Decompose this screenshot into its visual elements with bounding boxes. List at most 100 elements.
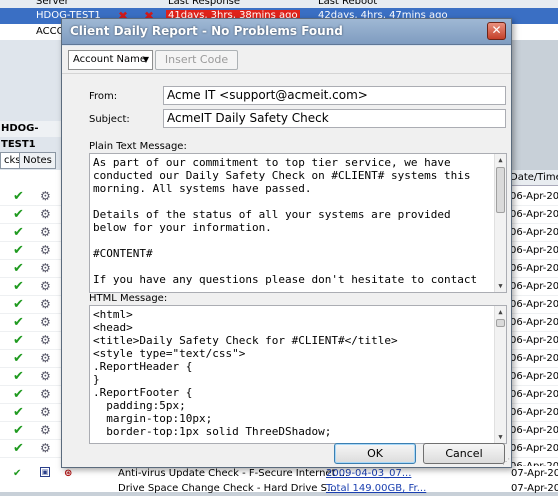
close-button[interactable]: ✕ [487,22,506,40]
list-item[interactable]: ✔ ⚙ [0,260,64,278]
scroll-down-icon[interactable]: ▼ [495,280,506,292]
date-cell: 06-Apr-200 [509,206,558,224]
date-cell: 06-Apr-200 [509,386,558,404]
date-cell: 06-Apr-200 [509,260,558,278]
list-item[interactable]: ✔ ⚙ [0,296,64,314]
gear-icon: ⚙ [40,261,51,275]
dialog-title: Client Daily Report - No Problems Found [70,24,343,38]
checkmark-icon: ✔ [13,387,24,402]
chevron-down-icon: ▼ [142,55,149,64]
checkmark-icon: ✔ [13,423,24,438]
gear-icon: ⚙ [40,369,51,383]
from-label: From: [89,91,118,102]
column-date-time[interactable]: Date/Time [509,170,558,186]
checks-list-bottom: ✔ ▣ ⊛ Anti-virus Update Check - F-Secure… [0,466,558,494]
check-detail-link[interactable]: Total 149.00GB, Fr... [326,482,426,496]
gear-icon: ⚙ [40,279,51,293]
list-item[interactable]: ✔ ⚙ [0,206,64,224]
list-item[interactable]: ✔ ⚙ [0,224,64,242]
date-cell: 06-Apr-200 [509,278,558,296]
date-cell: 06-Apr-200 [509,368,558,386]
checkmark-icon: ✔ [13,225,24,240]
html-message-content: <html> <head> <title>Daily Safety Check … [93,308,398,438]
scroll-up-icon[interactable]: ▲ [495,306,506,318]
check-name: Drive Space Change Check - Hard Drive S.… [118,483,337,494]
subject-field[interactable]: AcmeIT Daily Safety Check [163,109,506,128]
date-cell: 06-Apr-200 [509,242,558,260]
html-message-label: HTML Message: [89,293,168,304]
date-cell: 06-Apr-200 [509,332,558,350]
check-detail-link[interactable]: 2009-04-03_07... [326,467,411,481]
checkmark-icon: ✔ [13,261,24,276]
list-item[interactable]: ✔ ⚙ [0,368,64,386]
gear-icon: ⚙ [40,423,51,437]
close-icon: ✕ [491,23,502,37]
insert-code-button[interactable]: Insert Code [155,50,238,70]
date-cell: 06-Apr-200 [509,224,558,242]
check-name: Anti-virus Update Check - F-Secure Inter… [118,468,349,479]
list-item[interactable]: ✔ ⚙ [0,404,64,422]
insert-field-select[interactable]: Account Name ▼ [68,50,153,70]
shield-icon: ⊛ [64,468,73,479]
date-cell: 06-Apr-200 [509,314,558,332]
resize-grip-icon[interactable]: ⋰ [502,457,510,466]
checkmark-icon: ✔ [13,279,24,294]
html-message-field[interactable]: <html> <head> <title>Daily Safety Check … [89,305,507,444]
select-value: Account Name [73,54,147,65]
gear-icon: ⚙ [40,333,51,347]
list-item[interactable]: ✔ ⚙ [0,278,64,296]
checkmark-icon: ✔ [13,441,24,456]
plain-text-message-field[interactable]: As part of our commitment to top tier se… [89,153,507,293]
checkmark-icon: ✔ [13,333,24,348]
dialog-toolbar: Account Name ▼ Insert Code [62,46,511,74]
cancel-button[interactable]: Cancel [423,443,505,464]
checkmark-icon: ✔ [13,189,24,204]
list-item[interactable]: ✔ ⚙ [0,350,64,368]
date-cell: 06-Apr-200 [509,296,558,314]
date-cell: 06-Apr-200 [509,350,558,368]
gear-icon: ⚙ [40,441,51,455]
date-cell: 07-Apr-200 [511,468,558,479]
date-cell: 06-Apr-200 [509,422,558,440]
list-item[interactable]: ✔ ⚙ [0,332,64,350]
date-cell: 07-Apr-200 [511,483,558,494]
list-item[interactable]: ✔ ⚙ [0,440,64,458]
list-item[interactable]: ✔ ⚙ [0,188,64,206]
table-row[interactable]: ✔ ▣ ⊛ Anti-virus Update Check - F-Secure… [0,467,558,481]
checkmark-icon: ✔ [13,207,24,222]
gear-icon: ⚙ [40,351,51,365]
html-message-scrollbar[interactable]: ▲ ▼ [494,306,506,443]
plain-text-scrollbar[interactable]: ▲ ▼ [494,154,506,292]
scroll-up-icon[interactable]: ▲ [495,154,506,166]
tab-notes[interactable]: Notes [19,152,56,169]
checkmark-icon: ✔ [13,369,24,384]
date-cell: 06-Apr-200 [509,404,558,422]
from-field[interactable]: Acme IT <support@acmeit.com> [163,86,506,105]
server-list-header: Server Last Response Last Reboot [0,0,558,8]
list-item[interactable]: ✔ ⚙ [0,422,64,440]
gear-icon: ⚙ [40,207,51,221]
monitor-icon: ▣ [40,467,50,477]
subject-label: Subject: [89,114,130,125]
scroll-thumb[interactable] [496,167,505,213]
dialog-body: Account Name ▼ Insert Code From: Acme IT… [62,46,511,467]
table-row[interactable]: Drive Space Change Check - Hard Drive S.… [0,482,558,496]
scroll-thumb[interactable] [496,319,505,327]
plain-text-label: Plain Text Message: [89,141,187,152]
list-item[interactable]: ✔ ⚙ [0,386,64,404]
scroll-down-icon[interactable]: ▼ [495,431,506,443]
list-item[interactable]: ✔ ⚙ [0,242,64,260]
checkmark-icon: ✔ [13,297,24,312]
date-column: 06-Apr-200 06-Apr-200 06-Apr-200 06-Apr-… [509,170,558,492]
date-cell: 06-Apr-200 [509,440,558,458]
gear-icon: ⚙ [40,225,51,239]
gear-icon: ⚙ [40,405,51,419]
list-item[interactable]: ✔ ⚙ [0,314,64,332]
ok-button[interactable]: OK [334,443,416,464]
client-daily-report-dialog: Client Daily Report - No Problems Found … [61,18,512,468]
checks-list: ✔ ⚙ ✔ ⚙ ✔ ⚙ ✔ ⚙ ✔ ⚙ ✔ ⚙ ✔ ⚙ ✔ ⚙ ✔ ⚙ ✔ ⚙ ✔ ⚙ ✔ ⚙ ✔ ⚙ ✔… [0,170,64,492]
gear-icon: ⚙ [40,297,51,311]
gear-icon: ⚙ [40,315,51,329]
dialog-title-bar[interactable]: Client Daily Report - No Problems Found … [62,19,511,45]
gear-icon: ⚙ [40,387,51,401]
